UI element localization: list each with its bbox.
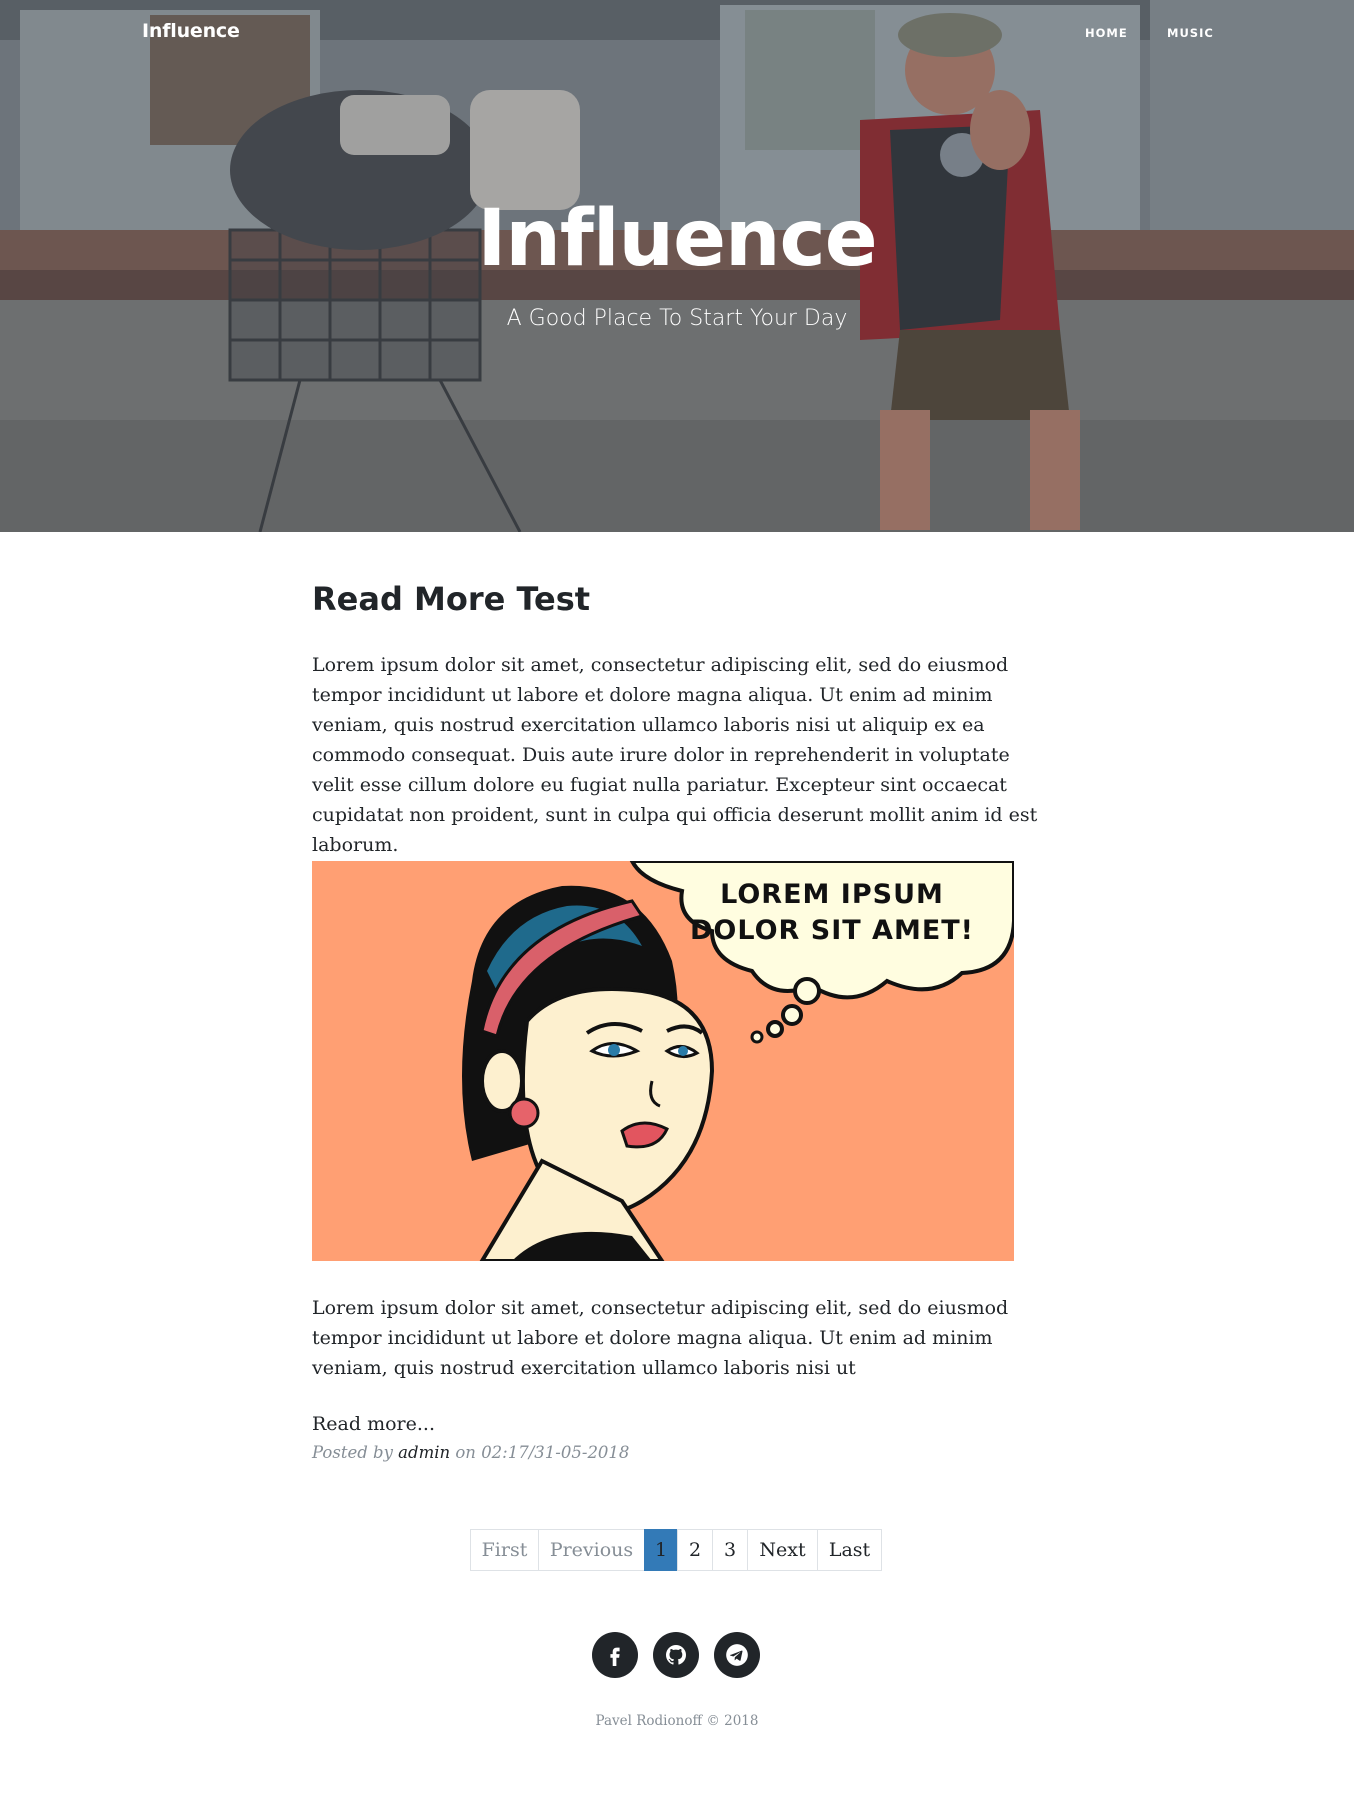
post-preview: Read More Test Lorem ipsum dolor sit ame…	[312, 580, 1042, 1462]
social-links	[592, 1632, 760, 1678]
on-label: on	[455, 1443, 476, 1462]
nav-link-home[interactable]: HOME	[1085, 26, 1128, 40]
page-2[interactable]: 2	[677, 1529, 713, 1571]
copyright-text: Pavel Rodionoff © 2018	[595, 1713, 759, 1729]
post-title[interactable]: Read More Test	[312, 580, 1042, 618]
page-previous[interactable]: Previous	[538, 1529, 645, 1571]
page-1[interactable]: 1	[644, 1529, 678, 1571]
site-heading: Influence	[477, 194, 877, 284]
post-paragraph-second: Lorem ipsum dolor sit amet, consectetur …	[312, 1297, 1009, 1379]
post-meta: Posted by admin on 02:17/31-05-2018	[312, 1443, 629, 1462]
facebook-link[interactable]	[592, 1632, 638, 1678]
navbar-brand[interactable]: Influence	[142, 20, 240, 42]
telegram-icon	[726, 1644, 748, 1666]
github-icon	[666, 1645, 686, 1665]
hero-header: Influence HOME MUSIC Influence A Good Pl…	[0, 0, 1354, 532]
posted-by-label: Posted by	[312, 1443, 393, 1462]
post-illustration: LOREM IPSUM DOLOR SIT AMET!	[312, 861, 1014, 1261]
bubble-line-2: DOLOR SIT AMET!	[690, 915, 974, 946]
telegram-link[interactable]	[714, 1632, 760, 1678]
bubble-line-1: LOREM IPSUM	[720, 879, 944, 910]
post-datetime: 02:17/31-05-2018	[481, 1443, 630, 1462]
page-next[interactable]: Next	[747, 1529, 818, 1571]
top-navbar: Influence HOME MUSIC	[0, 0, 1354, 68]
page-3[interactable]: 3	[712, 1529, 748, 1571]
pagination: First Previous 1 2 3 Next Last	[470, 1529, 882, 1571]
nav-link-music[interactable]: MUSIC	[1167, 26, 1214, 40]
page-first[interactable]: First	[470, 1529, 539, 1571]
post-paragraph: Lorem ipsum dolor sit amet, consectetur …	[312, 654, 1038, 857]
post-author-link[interactable]: admin	[398, 1443, 450, 1462]
speech-bubble-text: LOREM IPSUM DOLOR SIT AMET!	[672, 877, 992, 949]
read-more-link[interactable]: Read more...	[312, 1413, 435, 1435]
page-last[interactable]: Last	[817, 1529, 882, 1571]
github-link[interactable]	[653, 1632, 699, 1678]
site-subheading: A Good Place To Start Your Day	[506, 306, 848, 331]
facebook-icon	[610, 1647, 620, 1666]
